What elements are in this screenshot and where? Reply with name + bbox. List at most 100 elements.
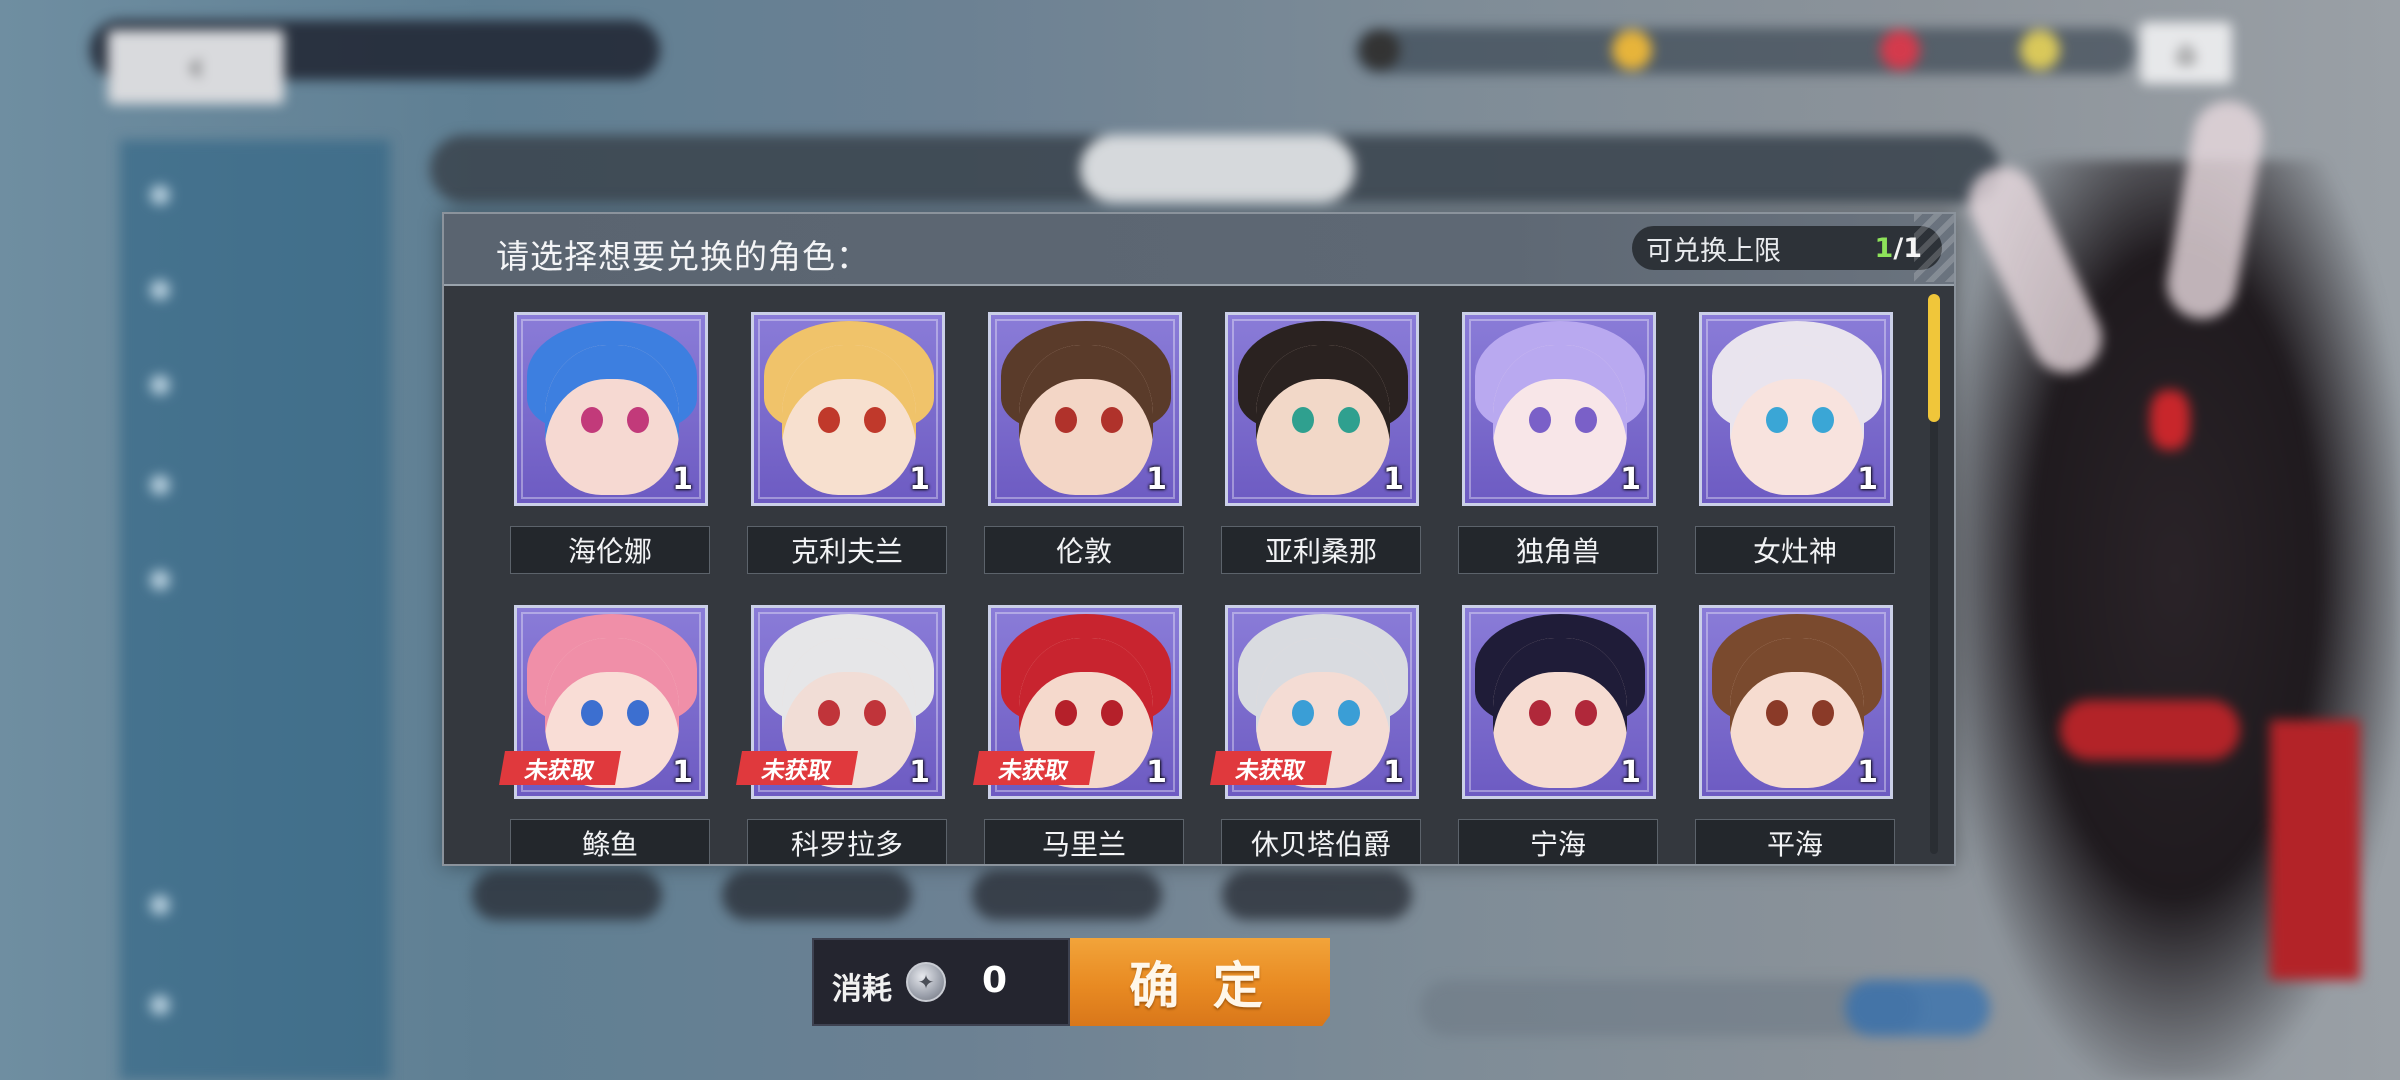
exchange-limit: 可兑换上限 1/1 xyxy=(1632,226,1942,270)
portrait-eye xyxy=(818,407,840,433)
portrait-eye xyxy=(1529,700,1551,726)
nav-item[interactable] xyxy=(150,255,380,325)
character-card[interactable]: 1 未获取 马里兰 xyxy=(973,605,1184,864)
portrait-eye xyxy=(1292,700,1314,726)
character-count: 1 xyxy=(1383,462,1404,497)
portrait-eye xyxy=(1766,407,1788,433)
character-name: 鲦鱼 xyxy=(510,819,710,864)
back-button[interactable]: ‹ xyxy=(108,30,284,104)
character-card[interactable]: 1 宁海 xyxy=(1458,605,1658,864)
portrait-eye xyxy=(864,407,886,433)
resource-icon xyxy=(1360,30,1400,70)
resource-icon xyxy=(2020,30,2060,70)
nav-item[interactable] xyxy=(150,350,380,420)
character-card[interactable]: 1 未获取 休贝塔伯爵 xyxy=(1210,605,1421,864)
portrait-eye xyxy=(864,700,886,726)
character-grid: 1 海伦娜 1 克利夫兰 1 伦敦 1 亚利桑那 1 独角兽 1 女灶神 1 未获取 鲦鱼 1 未获取 科罗拉多 1… xyxy=(444,284,1914,864)
character-card[interactable]: 1 独角兽 xyxy=(1458,312,1658,588)
portrait-eye xyxy=(1292,407,1314,433)
character-card[interactable]: 1 未获取 鲦鱼 xyxy=(499,605,710,864)
portrait-eye xyxy=(581,407,603,433)
character-card[interactable]: 1 克利夫兰 xyxy=(747,312,947,588)
portrait-eye xyxy=(1338,407,1360,433)
portrait-face xyxy=(1730,345,1864,495)
portrait-face xyxy=(1256,345,1390,495)
character-count: 1 xyxy=(1620,462,1641,497)
silver-coin-icon: ✦ xyxy=(906,962,946,1002)
portrait-face xyxy=(1493,638,1627,788)
character-count: 1 xyxy=(909,462,930,497)
portrait-face xyxy=(782,345,916,495)
bg-pill xyxy=(472,870,662,920)
chevron-left-icon: ‹ xyxy=(188,44,204,90)
portrait-eye xyxy=(818,700,840,726)
character-name: 科罗拉多 xyxy=(747,819,947,864)
character-name: 独角兽 xyxy=(1458,526,1658,574)
nav-item[interactable] xyxy=(150,160,380,230)
tab-active[interactable] xyxy=(1080,135,1355,203)
nav-item[interactable] xyxy=(150,870,380,940)
character-name: 海伦娜 xyxy=(510,526,710,574)
portrait-eye xyxy=(1766,700,1788,726)
character-cloth xyxy=(2270,720,2360,980)
character-name: 女灶神 xyxy=(1695,526,1895,574)
not-obtained-badge: 未获取 xyxy=(973,751,1095,785)
character-card[interactable]: 1 平海 xyxy=(1695,605,1895,864)
bg-pill xyxy=(722,870,912,920)
character-portrait[interactable]: 1 xyxy=(1462,312,1656,506)
portrait-eye xyxy=(627,407,649,433)
character-portrait[interactable]: 1 xyxy=(751,312,945,506)
portrait-eye xyxy=(1575,700,1597,726)
confirm-button[interactable]: 确 定 xyxy=(1070,938,1330,1026)
character-card[interactable]: 1 伦敦 xyxy=(984,312,1184,588)
portrait-eye xyxy=(1338,700,1360,726)
portrait-eye xyxy=(1812,407,1834,433)
character-card[interactable]: 1 女灶神 xyxy=(1695,312,1895,588)
character-portrait[interactable]: 1 xyxy=(988,312,1182,506)
nav-item[interactable] xyxy=(150,450,380,520)
character-name: 平海 xyxy=(1695,819,1895,864)
not-obtained-badge: 未获取 xyxy=(499,751,621,785)
character-name: 宁海 xyxy=(1458,819,1658,864)
exchange-dialog: 请选择想要兑换的角色： 可兑换上限 1/1 1 海伦娜 1 克利夫兰 1 伦敦 1 亚利桑那 1… xyxy=(442,212,1956,866)
cost-label: 消耗 xyxy=(832,972,892,1007)
portrait-eye xyxy=(1529,407,1551,433)
bg-pill xyxy=(1222,870,1412,920)
portrait-face xyxy=(545,345,679,495)
character-count: 1 xyxy=(672,462,693,497)
character-card[interactable]: 1 未获取 科罗拉多 xyxy=(736,605,947,864)
cost-display: 消耗 ✦ 0 xyxy=(812,938,1070,1026)
portrait-eye xyxy=(1055,700,1077,726)
bg-pill xyxy=(972,870,1162,920)
character-portrait[interactable]: 1 xyxy=(1225,312,1419,506)
character-portrait[interactable]: 1 xyxy=(514,312,708,506)
header-stripes xyxy=(1914,214,1954,282)
gold-icon xyxy=(1612,30,1652,70)
nav-item[interactable] xyxy=(150,970,380,1040)
character-portrait[interactable]: 1 xyxy=(1462,605,1656,799)
exchange-limit-label: 可兑换上限 xyxy=(1646,235,1781,267)
scrollbar-thumb[interactable] xyxy=(1928,294,1940,422)
portrait-eye xyxy=(627,700,649,726)
character-count: 1 xyxy=(1146,755,1167,790)
home-icon: ⌂ xyxy=(2176,35,2196,71)
resource-bar xyxy=(1355,28,2135,74)
character-count: 1 xyxy=(1857,462,1878,497)
character-name: 亚利桑那 xyxy=(1221,526,1421,574)
portrait-eye xyxy=(1101,700,1123,726)
character-portrait[interactable]: 1 xyxy=(1699,312,1893,506)
character-ribbon xyxy=(2060,700,2240,760)
character-count: 1 xyxy=(909,755,930,790)
character-name: 伦敦 xyxy=(984,526,1184,574)
character-card[interactable]: 1 亚利桑那 xyxy=(1221,312,1421,588)
not-obtained-badge: 未获取 xyxy=(1210,751,1332,785)
portrait-face xyxy=(1493,345,1627,495)
home-button[interactable]: ⌂ xyxy=(2140,22,2232,84)
cost-value: 0 xyxy=(982,960,1008,1001)
nav-item[interactable] xyxy=(150,545,380,615)
character-count: 1 xyxy=(1146,462,1167,497)
character-card[interactable]: 1 海伦娜 xyxy=(510,312,710,588)
character-name: 克利夫兰 xyxy=(747,526,947,574)
character-portrait[interactable]: 1 xyxy=(1699,605,1893,799)
character-count: 1 xyxy=(1620,755,1641,790)
